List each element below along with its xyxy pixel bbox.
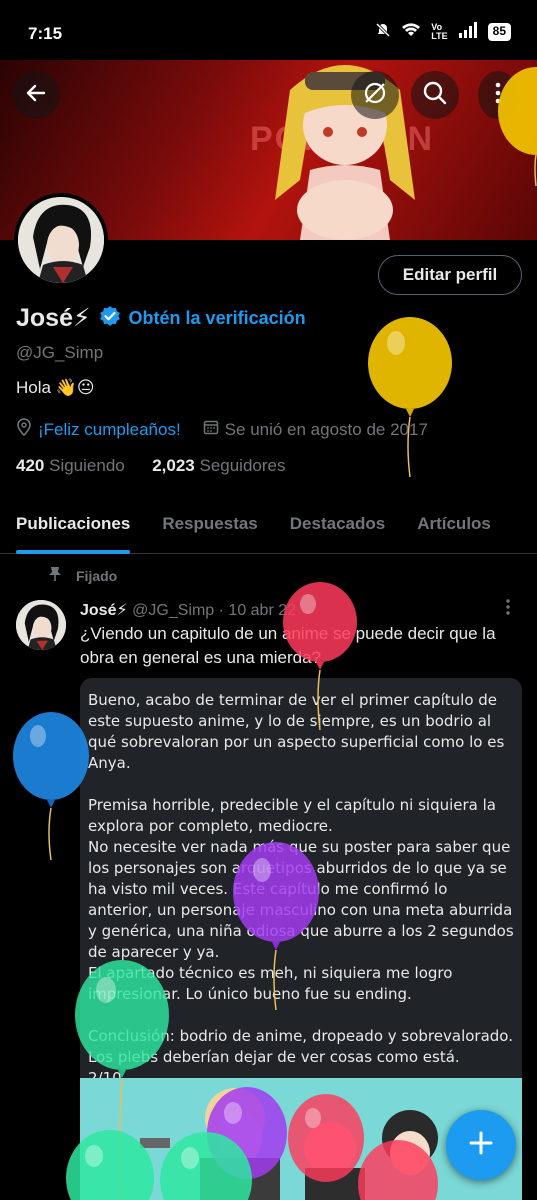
post-author-avatar[interactable] <box>16 600 66 650</box>
search-button[interactable] <box>411 71 459 119</box>
tab-highlights[interactable]: Destacados <box>290 500 385 553</box>
following-link[interactable]: 420 Siguiendo <box>16 456 125 475</box>
get-verified-link[interactable]: Obtén la verificación <box>129 308 306 329</box>
avatar-illustration <box>16 600 66 650</box>
signal-icon <box>458 22 478 41</box>
compose-button[interactable] <box>446 1110 516 1180</box>
following-label: Siguiendo <box>49 456 125 475</box>
profile-name-row: José⚡ Obtén la verificación <box>16 303 306 333</box>
profile-bio: Hola 👋😐 <box>16 378 95 397</box>
battery-indicator: 85 <box>487 22 511 41</box>
post-more-button[interactable] <box>505 598 511 621</box>
more-vertical-icon <box>495 82 501 109</box>
status-time: 7:15 <box>28 24 63 43</box>
plus-icon <box>468 1130 494 1161</box>
more-button[interactable] <box>478 71 518 119</box>
avatar-illustration <box>18 197 104 283</box>
post-quoted-card[interactable]: Bueno, acabo de terminar de ver el prime… <box>80 678 522 1088</box>
more-vertical-icon <box>505 599 511 620</box>
location-pin-icon <box>16 418 32 441</box>
mute-icon <box>375 22 391 41</box>
followers-label: Seguidores <box>199 456 286 475</box>
calendar-icon <box>203 419 219 440</box>
profile-name: José⚡ <box>16 304 91 332</box>
balloon-yellow <box>368 317 452 478</box>
verified-badge-icon[interactable] <box>99 305 121 332</box>
arrow-left-icon <box>24 81 48 110</box>
joined-date: Se unió en agosto de 2017 <box>224 419 428 439</box>
followers-link[interactable]: 2,023 Seguidores <box>152 456 285 475</box>
profile-tabs: Publicaciones Respuestas Destacados Artí… <box>0 500 537 554</box>
tab-replies[interactable]: Respuestas <box>162 500 257 553</box>
follow-stats: 420 Siguiendo 2,023 Seguidores <box>16 456 286 476</box>
post-header: José⚡ @JG_Simp · 10 abr 22 <box>80 600 296 620</box>
pinned-indicator: Fijado <box>48 566 117 585</box>
profile-meta: ¡Feliz cumpleaños! Se unió en agosto de … <box>16 418 428 441</box>
edit-profile-button[interactable]: Editar perfil <box>378 255 522 295</box>
search-icon <box>422 80 448 111</box>
post-card-text: Bueno, acabo de terminar de ver el prime… <box>88 691 514 1087</box>
followers-count: 2,023 <box>152 456 195 475</box>
volte-icon: Vo LTE <box>431 21 448 41</box>
post-text: ¿Viendo un capitulo de un anime se puede… <box>80 624 496 667</box>
wifi-icon <box>401 22 421 41</box>
back-button[interactable] <box>12 71 60 119</box>
pinned-label: Fijado <box>76 567 118 584</box>
status-icons: Vo LTE 85 <box>375 22 511 41</box>
status-bar: 7:15 Vo LTE 85 <box>0 0 537 60</box>
pin-icon <box>48 566 62 585</box>
following-count: 420 <box>16 456 45 475</box>
post-author-name[interactable]: José⚡ <box>80 602 128 619</box>
birthday-link[interactable]: ¡Feliz cumpleaños! <box>38 420 181 440</box>
tab-articles[interactable]: Artículos <box>417 500 491 553</box>
grok-button[interactable] <box>351 71 399 119</box>
profile-handle: @JG_Simp <box>16 343 104 362</box>
tab-posts[interactable]: Publicaciones <box>16 500 131 554</box>
profile-avatar[interactable] <box>14 193 108 287</box>
slash-circle-icon <box>362 80 388 111</box>
post-handle-date: @JG_Simp · 10 abr 22 <box>132 602 297 619</box>
